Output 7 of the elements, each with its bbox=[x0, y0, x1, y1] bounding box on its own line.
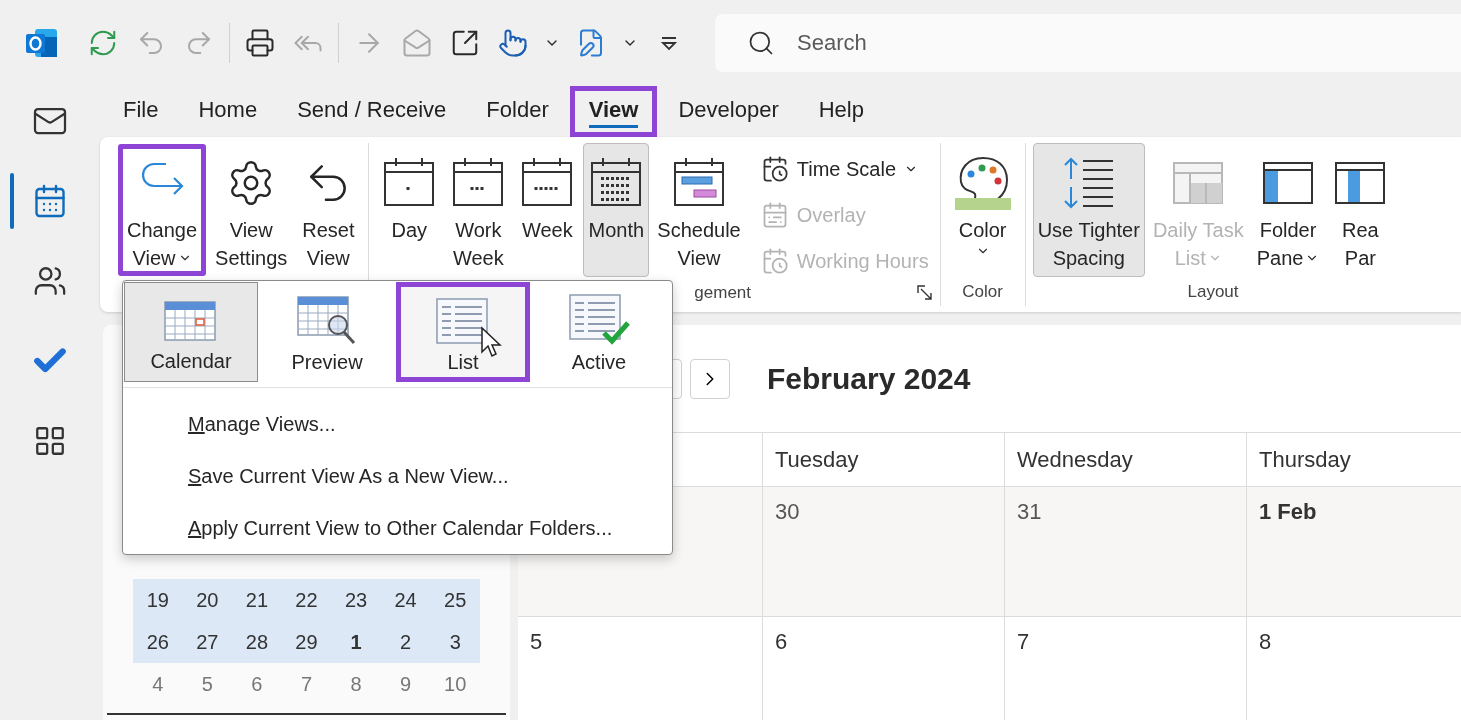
day-header: Tuesday bbox=[775, 446, 859, 473]
group-label: Layout bbox=[1186, 282, 1240, 302]
month-title: February 2024 bbox=[767, 361, 971, 396]
day-header: Thursday bbox=[1259, 446, 1351, 473]
day-header: Wednesday bbox=[1017, 446, 1133, 473]
group-label: gement bbox=[693, 282, 753, 303]
group-label: Color bbox=[961, 282, 1004, 302]
